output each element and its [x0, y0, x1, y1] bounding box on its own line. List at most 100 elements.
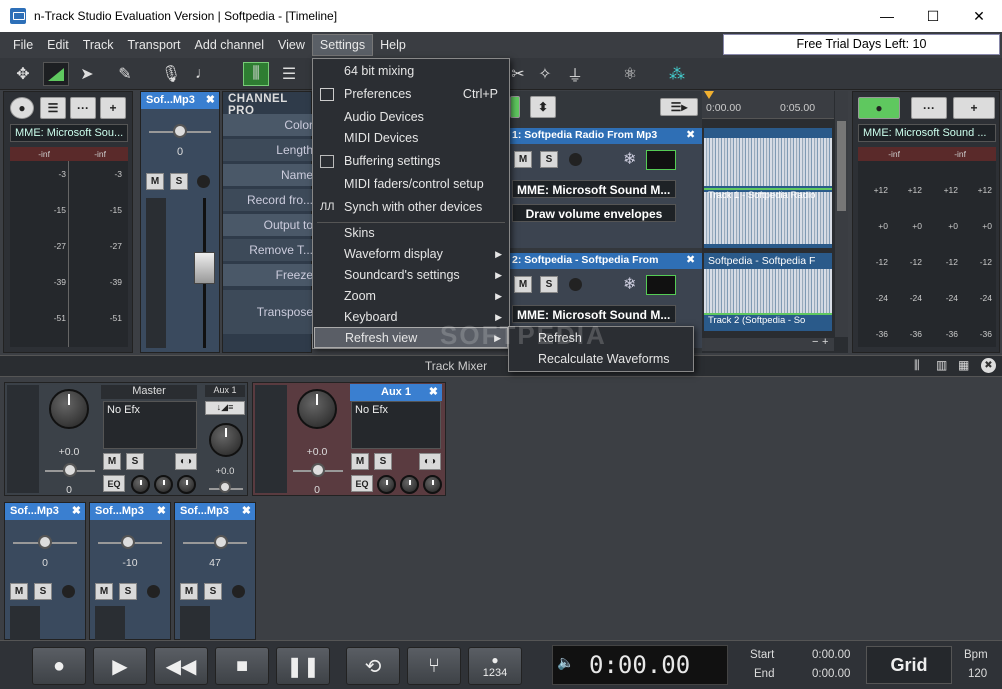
timeline-ruler[interactable]: 0:00.00 0:05.00 — [702, 91, 834, 119]
menu-item-soundcard-settings[interactable]: Soundcard's settings ▶ — [314, 265, 508, 286]
menu-view[interactable]: View — [271, 35, 312, 55]
mixer-icon[interactable]: ⫼ — [243, 62, 269, 86]
move-icon[interactable]: ✥ — [10, 62, 36, 86]
master-efx-slot[interactable]: No Efx — [103, 401, 197, 449]
record-button[interactable]: ● — [32, 647, 86, 685]
zoom-out-icon[interactable]: − — [812, 336, 818, 348]
close-icon[interactable]: ✖ — [686, 253, 695, 266]
eq-knob-low[interactable] — [131, 475, 150, 494]
start-value[interactable]: 0:00.00 — [812, 649, 850, 661]
bpm-value[interactable]: 120 — [968, 668, 987, 680]
record-indicator[interactable] — [62, 585, 75, 598]
record-indicator[interactable] — [569, 153, 582, 166]
menu-item-audio-devices[interactable]: Audio Devices — [314, 107, 508, 128]
end-value[interactable]: 0:00.00 — [812, 668, 850, 680]
track-scroll-button[interactable]: ⬍ — [530, 96, 556, 118]
menu-item-midi-faders[interactable]: MIDI faders/control setup — [314, 174, 508, 195]
menu-file[interactable]: File — [6, 35, 40, 55]
track-menu-button[interactable]: ☰▸ — [660, 98, 698, 116]
mute-button[interactable]: M — [103, 453, 121, 470]
menu-help[interactable]: Help — [373, 35, 413, 55]
mixer-grid-icon[interactable]: ▦ — [958, 358, 969, 372]
solo-button[interactable]: S — [540, 151, 558, 168]
menu-settings[interactable]: Settings — [311, 34, 374, 56]
close-icon[interactable]: ✖ — [981, 358, 996, 373]
freeze-icon[interactable]: ❄ — [623, 149, 636, 169]
close-icon[interactable]: ✖ — [157, 504, 166, 517]
aux1-pan-slider[interactable] — [311, 463, 325, 477]
master-gain-knob[interactable] — [49, 389, 89, 429]
property-transpose[interactable]: Transpose — [223, 290, 319, 334]
volume-fader[interactable] — [194, 252, 215, 284]
track-1[interactable]: 1: Softpedia Radio From Mp3 ✖ M S ❄ MME:… — [510, 128, 702, 248]
property-name[interactable]: Name — [223, 164, 319, 186]
stereo-link-icon[interactable]: ◐◑ — [175, 453, 197, 470]
input-device-label[interactable]: MME: Microsoft Sou... — [10, 124, 128, 142]
menu-edit[interactable]: Edit — [40, 35, 76, 55]
mixer-channel-header[interactable]: Sof...Mp3 ✖ — [175, 503, 255, 520]
menu-item-zoom[interactable]: Zoom ▶ — [314, 286, 508, 307]
menu-item-buffering-settings[interactable]: Buffering settings — [314, 151, 508, 172]
close-button[interactable]: ✕ — [956, 0, 1002, 32]
master-pan-slider[interactable] — [63, 463, 77, 477]
eq-knob-high[interactable] — [177, 475, 196, 494]
property-color[interactable]: Color — [223, 114, 319, 136]
eq-knob-high[interactable] — [423, 475, 442, 494]
magic-icon[interactable]: ✧ — [532, 62, 558, 86]
pause-button[interactable]: ❚❚ — [276, 647, 330, 685]
output-device-label[interactable]: MME: Microsoft Sound ... — [858, 124, 996, 142]
property-record-from[interactable]: Record fro... — [223, 189, 319, 211]
mute-button[interactable]: M — [10, 583, 28, 600]
audio-clip-1[interactable]: Track 1 - Softpedia Radio — [704, 128, 832, 248]
eq-button[interactable]: EQ — [103, 475, 125, 492]
more-button[interactable]: ··· — [911, 97, 947, 119]
property-length[interactable]: Length — [223, 139, 319, 161]
mute-button[interactable]: M — [180, 583, 198, 600]
metronome-counter-button[interactable]: ● 1234 — [468, 647, 522, 685]
property-remove[interactable]: Remove T... — [223, 239, 319, 261]
mute-button[interactable]: M — [146, 173, 164, 190]
pan-slider[interactable] — [214, 535, 228, 549]
aux1-efx-slot[interactable]: No Efx — [351, 401, 441, 449]
menu-add-channel[interactable]: Add channel — [188, 35, 272, 55]
record-arm-button[interactable]: ● — [10, 97, 34, 119]
close-icon[interactable]: ✖ — [686, 128, 695, 141]
plug-icon[interactable]: ⏚ — [562, 62, 588, 86]
pointer-icon[interactable]: ➤ — [74, 62, 100, 86]
menu-item-waveform-display[interactable]: Waveform display ▶ — [314, 244, 508, 265]
mixer-layout-icon[interactable]: ⫼ — [914, 358, 920, 373]
aux-pan-slider[interactable] — [219, 481, 231, 493]
record-indicator[interactable] — [569, 278, 582, 291]
aux-send-knob[interactable] — [209, 423, 243, 457]
maximize-button[interactable]: ☐ — [910, 0, 956, 32]
menu-transport[interactable]: Transport — [121, 35, 188, 55]
property-freeze[interactable]: Freeze — [223, 264, 319, 286]
minimize-button[interactable]: — — [864, 0, 910, 32]
menu-item-midi-devices[interactable]: MIDI Devices — [314, 128, 508, 149]
draw-volume-envelopes-button[interactable]: Draw volume envelopes — [512, 204, 676, 222]
close-icon[interactable]: ✖ — [429, 385, 438, 398]
playhead-marker[interactable] — [704, 91, 714, 99]
solo-button[interactable]: S — [119, 583, 137, 600]
mixer-channel-header[interactable]: Sof...Mp3 ✖ — [90, 503, 170, 520]
menu-item-64bit-mixing[interactable]: 64 bit mixing — [314, 61, 508, 82]
eq-knob-low[interactable] — [377, 475, 396, 494]
menu-item-synch-devices[interactable]: ЛЛ Synch with other devices — [314, 197, 508, 218]
freeze-icon[interactable]: ❄ — [623, 274, 636, 294]
eq-knob-mid[interactable] — [400, 475, 419, 494]
aux1-gain-knob[interactable] — [297, 389, 337, 429]
track-device-label[interactable]: MME: Microsoft Sound M... — [512, 180, 676, 198]
solo-button[interactable]: S — [170, 173, 188, 190]
record-indicator[interactable] — [232, 585, 245, 598]
metronome-icon[interactable]: ♩ — [190, 62, 216, 86]
envelope-icon[interactable] — [43, 62, 69, 86]
track-record-arm[interactable] — [510, 96, 520, 118]
stop-button[interactable]: ■ — [215, 647, 269, 685]
audio-clip-2[interactable]: Softpedia - Softpedia F Track 2 (Softped… — [704, 253, 832, 331]
close-icon[interactable]: ✖ — [72, 504, 81, 517]
loop-button[interactable]: ⟲ — [346, 647, 400, 685]
timeline-horizontal-scrollbar[interactable]: − + — [702, 336, 834, 351]
submenu-item-recalculate-waveforms[interactable]: Recalculate Waveforms — [510, 349, 692, 370]
microphone-icon[interactable]: 🎙 — [158, 62, 184, 86]
pan-slider[interactable] — [38, 535, 52, 549]
